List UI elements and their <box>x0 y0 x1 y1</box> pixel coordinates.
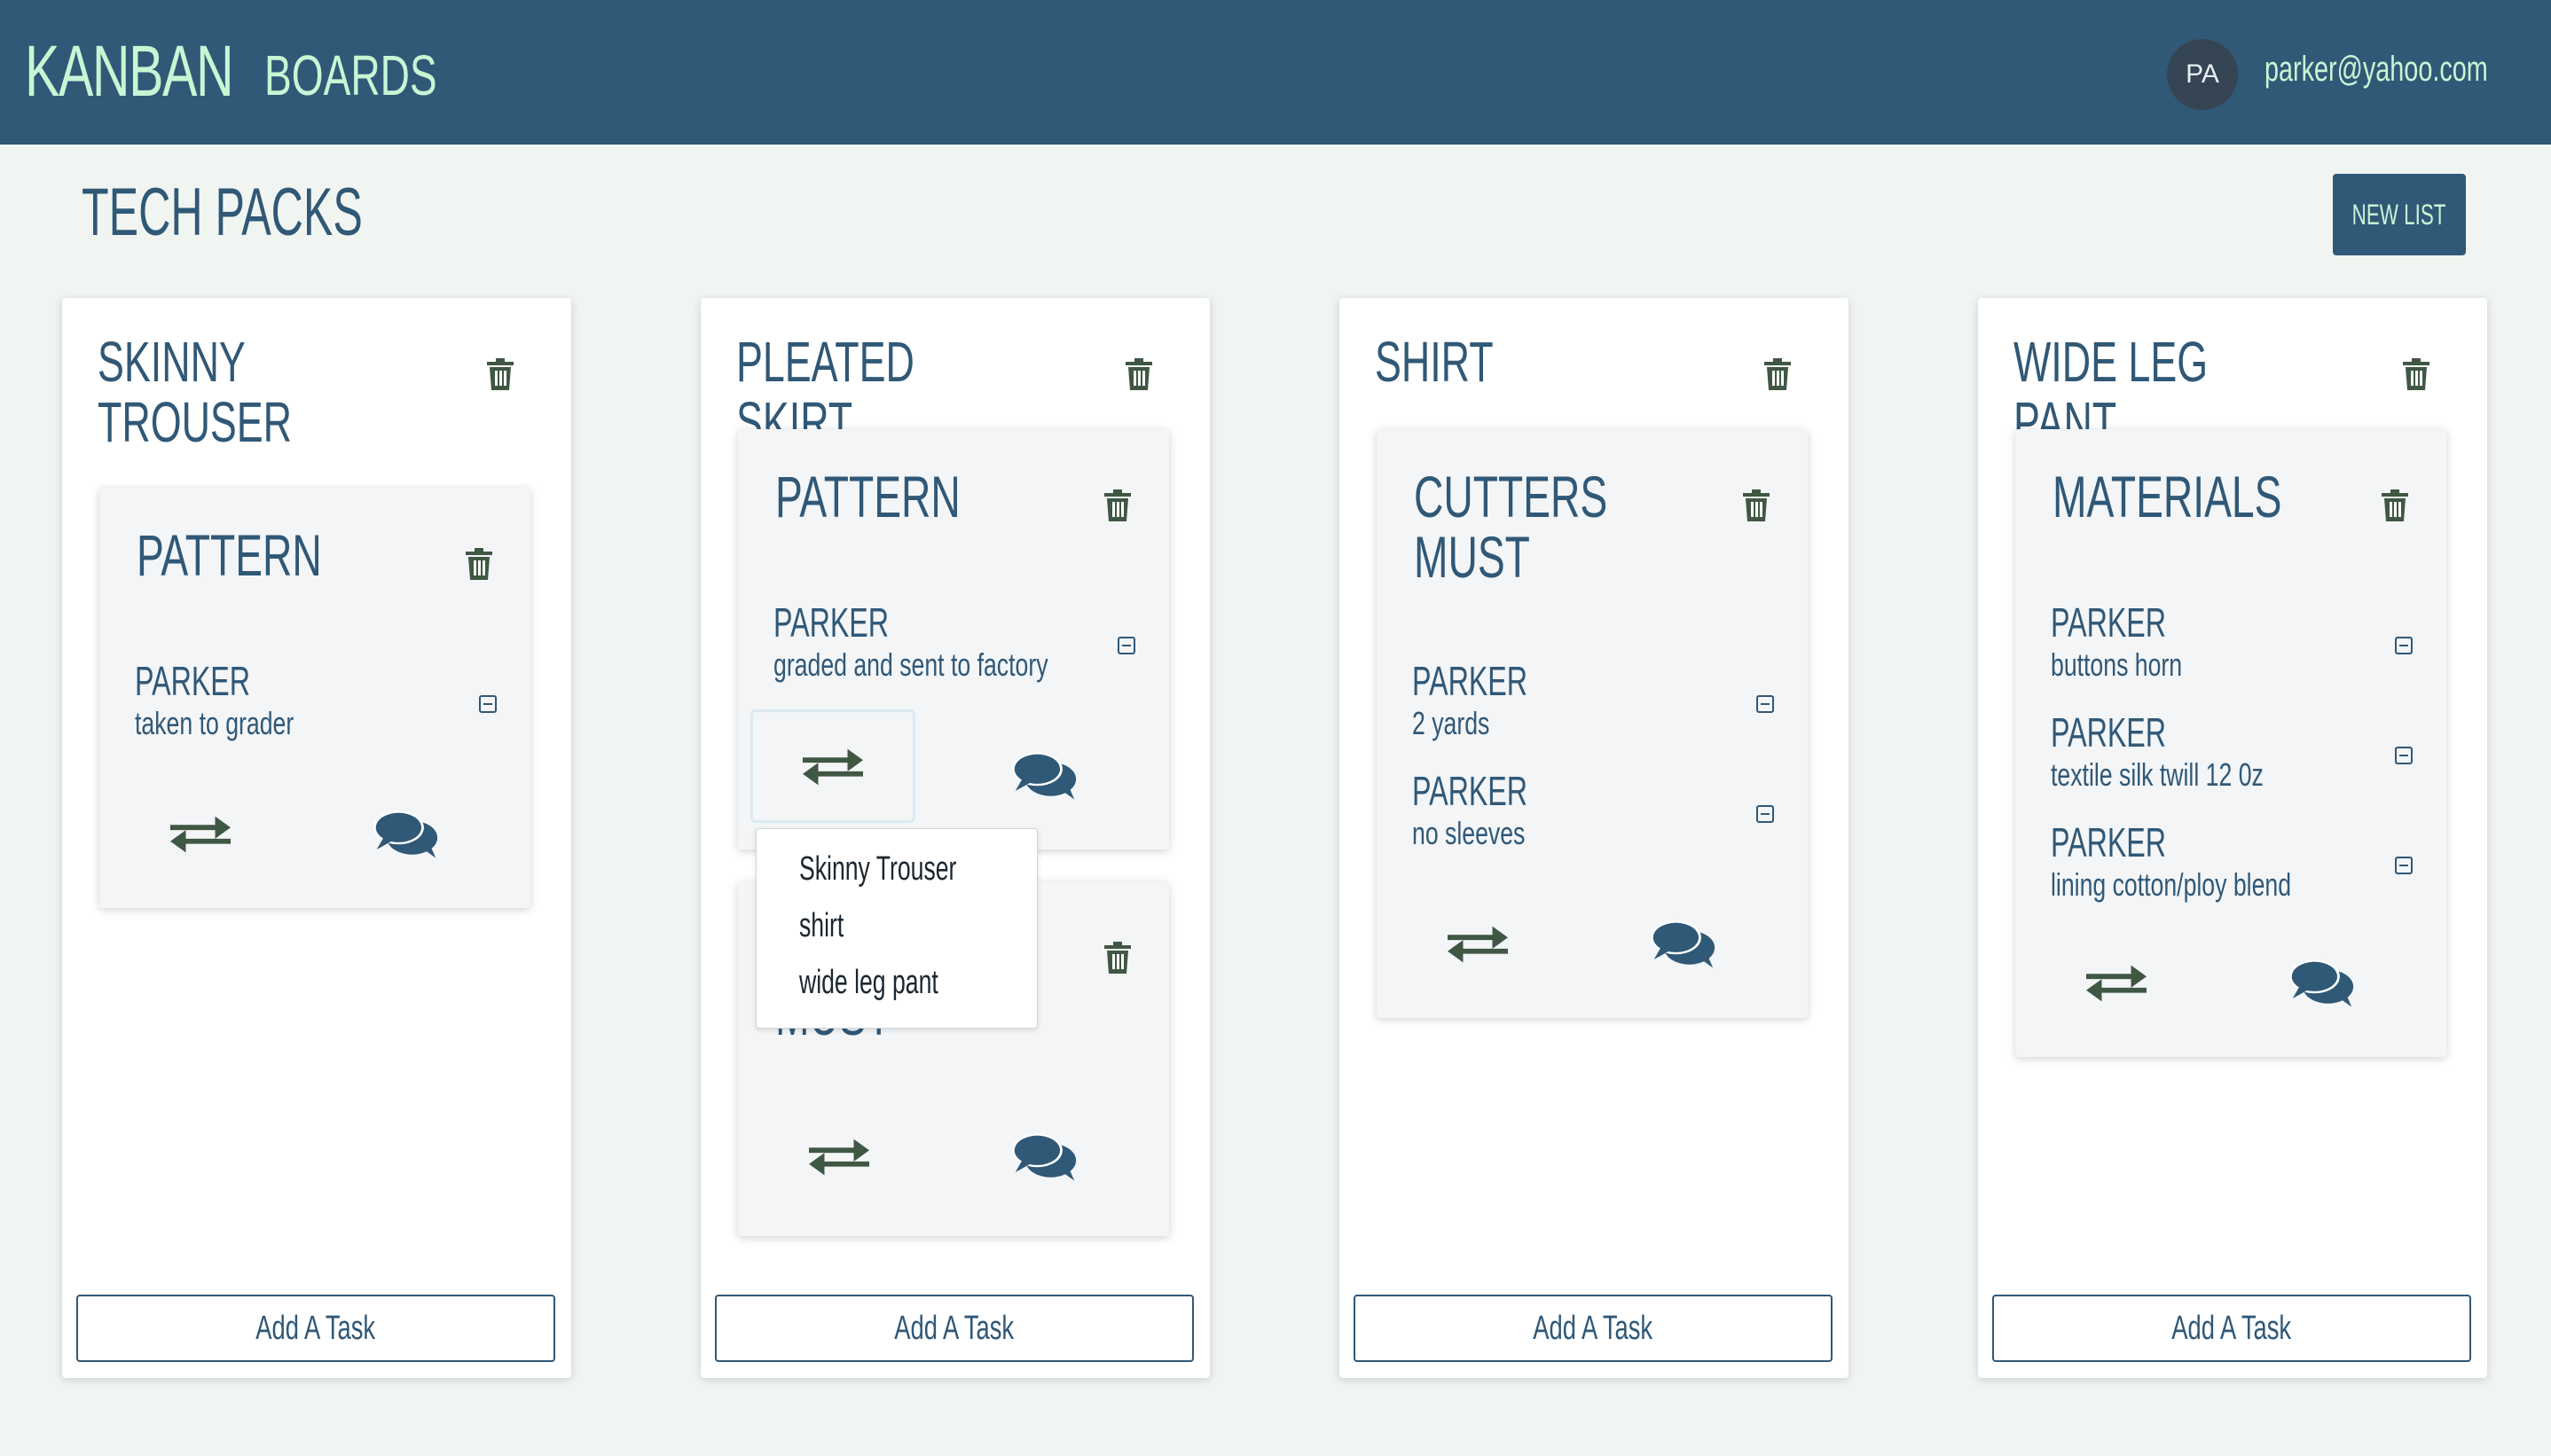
move-task-button[interactable] <box>795 1112 883 1201</box>
trash-icon[interactable] <box>1742 489 1770 521</box>
add-task-button[interactable]: Add A Task <box>715 1295 1194 1362</box>
exchange-arrows-icon <box>809 1134 869 1178</box>
top-nav-bar: KANBAN BOARDS PA parker@yahoo.com <box>0 0 2551 145</box>
task-item: PARKER textile silk twill 12 0z <box>2051 709 2406 795</box>
trash-icon[interactable] <box>2381 489 2409 521</box>
add-task-label: Add A Task <box>255 1309 376 1347</box>
trash-icon[interactable] <box>1103 489 1132 521</box>
task-author: PARKER <box>1412 658 1528 704</box>
list-column: WIDE LEG PANT MATERIALS PARKER buttons h… <box>1978 298 2487 1378</box>
minus-square-icon[interactable] <box>2395 747 2413 764</box>
minus-square-icon[interactable] <box>2395 857 2413 874</box>
task-item: PARKER graded and sent to factory <box>773 599 1128 685</box>
task-author: PARKER <box>1412 768 1528 814</box>
minus-square-icon[interactable] <box>1118 637 1135 654</box>
minus-square-icon[interactable] <box>479 695 497 713</box>
list-title: SHIRT <box>1375 330 1494 394</box>
minus-square-icon[interactable] <box>2395 637 2413 654</box>
comments-button[interactable] <box>1004 734 1084 814</box>
task-item: PARKER lining cotton/ploy blend <box>2051 819 2406 904</box>
page-title: TECH PACKS <box>82 175 363 250</box>
new-list-button[interactable]: NEW LIST <box>2333 174 2466 255</box>
dropdown-option[interactable]: Skinny Trouser <box>799 850 956 888</box>
task-author: PARKER <box>2051 709 2167 755</box>
card[interactable]: PATTERN PARKER taken to grader <box>99 488 530 908</box>
task-author: PARKER <box>773 599 890 646</box>
new-list-label: NEW LIST <box>2352 198 2446 231</box>
task-text: textile silk twill 12 0z <box>2051 756 2264 793</box>
move-destination-dropdown: Skinny Trouser shirt wide leg pant <box>756 828 1038 1029</box>
move-task-button[interactable] <box>2072 938 2161 1027</box>
add-task-label: Add A Task <box>894 1309 1015 1347</box>
comments-button[interactable] <box>2281 942 2361 1022</box>
move-task-button[interactable] <box>750 709 915 823</box>
task-text: taken to grader <box>135 705 294 741</box>
comments-button[interactable] <box>1643 903 1723 982</box>
task-author: PARKER <box>2051 819 2167 865</box>
trash-icon[interactable] <box>2402 358 2430 390</box>
comments-button[interactable] <box>365 793 445 873</box>
add-task-label: Add A Task <box>1533 1309 1653 1347</box>
task-item: PARKER no sleeves <box>1412 768 1767 853</box>
task-item: PARKER 2 yards <box>1412 658 1767 743</box>
task-text: graded and sent to factory <box>773 646 1048 683</box>
list-column: SHIRT CUTTERS MUST PARKER 2 yards PARKER… <box>1339 298 1848 1378</box>
avatar[interactable]: PA <box>2167 39 2238 110</box>
card-title: PATTERN <box>775 464 961 529</box>
add-task-button[interactable]: Add A Task <box>1354 1295 1833 1362</box>
boards-link[interactable]: BOARDS <box>264 43 437 108</box>
comments-icon <box>1010 1128 1078 1183</box>
dropdown-option[interactable]: shirt <box>799 907 844 945</box>
minus-square-icon[interactable] <box>1756 695 1774 713</box>
move-task-button[interactable] <box>156 789 245 878</box>
minus-square-icon[interactable] <box>1756 805 1774 823</box>
list-column: SKINNY TROUSER PATTERN PARKER taken to g… <box>62 298 571 1378</box>
task-text: 2 yards <box>1412 705 1490 741</box>
comments-icon <box>372 805 439 860</box>
task-text: no sleeves <box>1412 815 1526 851</box>
trash-icon[interactable] <box>486 358 514 390</box>
task-text: lining cotton/ploy blend <box>2051 866 2292 903</box>
list-title: SKINNY TROUSER <box>98 330 293 454</box>
comments-icon <box>1649 915 1716 970</box>
card-title: PATTERN <box>137 522 322 588</box>
task-author: PARKER <box>2051 599 2167 646</box>
task-item: PARKER taken to grader <box>135 658 490 743</box>
comments-button[interactable] <box>1004 1115 1084 1195</box>
exchange-arrows-icon <box>1448 921 1508 966</box>
exchange-arrows-icon <box>2086 960 2147 1005</box>
dropdown-option[interactable]: wide leg pant <box>799 964 938 1002</box>
card[interactable]: PATTERN PARKER graded and sent to factor… <box>738 429 1169 849</box>
task-item: PARKER buttons horn <box>2051 599 2406 685</box>
card-title: CUTTERS MUST <box>1414 464 1608 590</box>
card[interactable]: CUTTERS MUST PARKER 2 yards PARKER no sl… <box>1377 429 1808 1018</box>
card-title: MATERIALS <box>2053 464 2282 529</box>
card[interactable]: MATERIALS PARKER buttons horn PARKER tex… <box>2015 429 2446 1057</box>
add-task-label: Add A Task <box>2171 1309 2292 1347</box>
comments-icon <box>2288 954 2355 1009</box>
add-task-button[interactable]: Add A Task <box>1992 1295 2471 1362</box>
exchange-arrows-icon <box>170 811 231 856</box>
exchange-arrows-icon <box>803 744 863 788</box>
user-email[interactable]: parker@yahoo.com <box>2265 50 2488 90</box>
move-task-button[interactable] <box>1433 899 1522 988</box>
trash-icon[interactable] <box>465 548 493 580</box>
trash-icon[interactable] <box>1103 942 1132 974</box>
task-text: buttons horn <box>2051 646 2183 683</box>
app-logo[interactable]: KANBAN <box>25 30 234 114</box>
comments-icon <box>1010 747 1078 802</box>
trash-icon[interactable] <box>1763 358 1792 390</box>
add-task-button[interactable]: Add A Task <box>76 1295 555 1362</box>
task-author: PARKER <box>135 658 251 704</box>
trash-icon[interactable] <box>1125 358 1153 390</box>
